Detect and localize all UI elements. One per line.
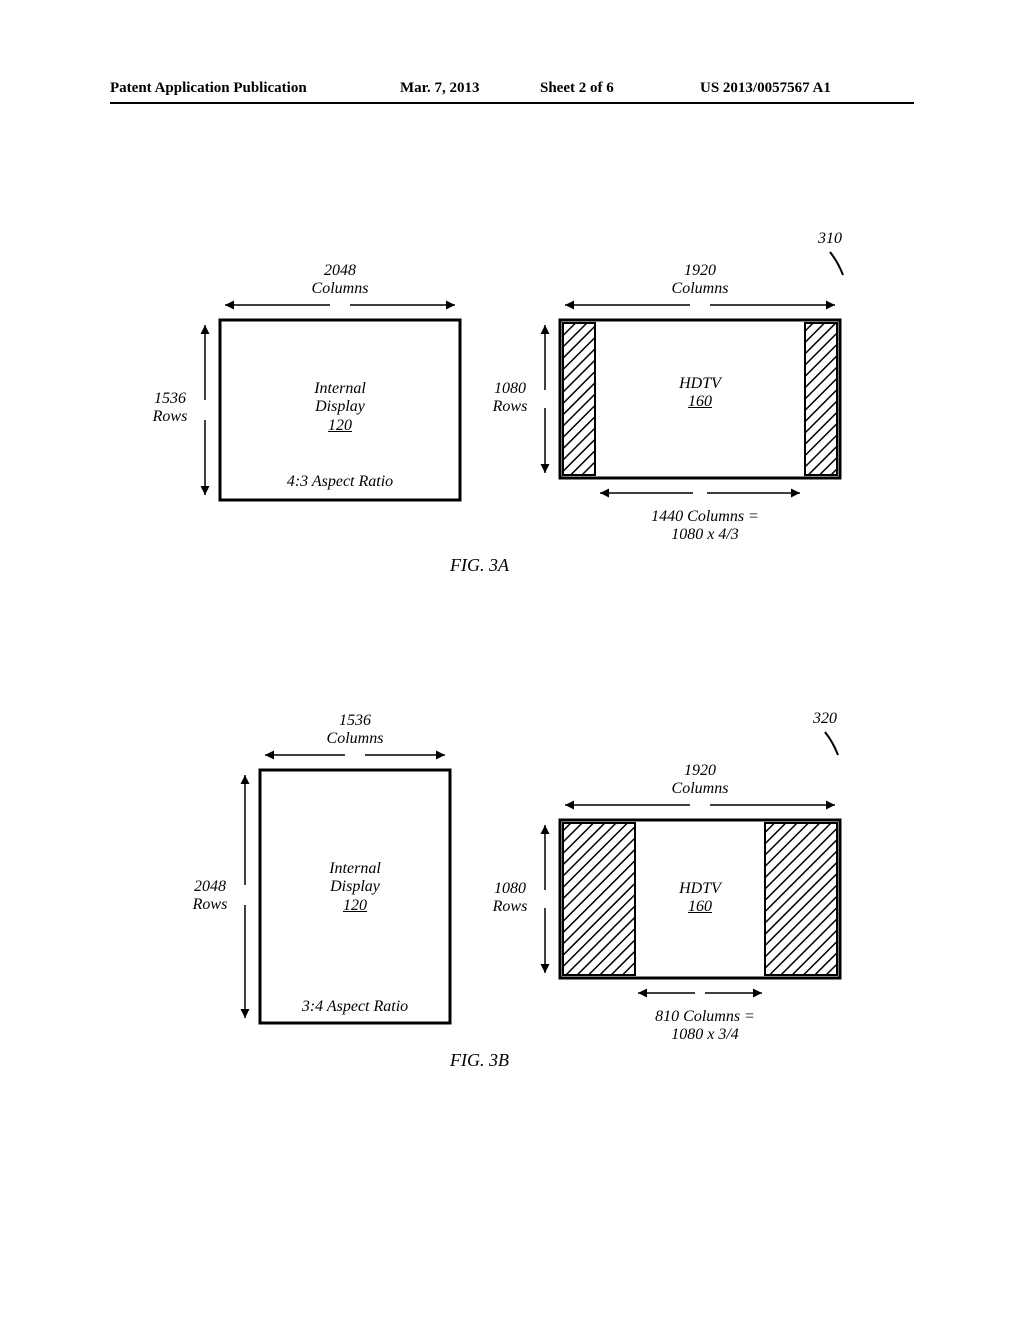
fig3b-left-title-2: Display bbox=[330, 878, 380, 895]
fig3b-caption: FIG. 3B bbox=[450, 1050, 509, 1071]
fig3a-left-rows-label: Rows bbox=[153, 408, 188, 425]
figure-3a: 2048 Columns 1536 Rows Internal Display … bbox=[0, 230, 1024, 590]
fig3a-right-title-1: HDTV bbox=[679, 375, 721, 392]
fig3a-left-aspect: 4:3 Aspect Ratio bbox=[260, 473, 420, 491]
fig3b-left-rows-value: 2048 bbox=[194, 878, 226, 895]
fig3b-right-title-1: HDTV bbox=[679, 880, 721, 897]
fig3a-right-refnum: 160 bbox=[688, 393, 712, 410]
fig3b-left-cols-label: Columns bbox=[327, 730, 384, 747]
fig3b-right-inner: 810 Columns = 1080 x 3/4 bbox=[630, 1008, 780, 1045]
fig3a-left-refnum: 120 bbox=[328, 417, 352, 434]
fig3b-right-cols: 1920 Columns bbox=[650, 762, 750, 799]
fig3b-left-refnum: 120 bbox=[343, 897, 367, 914]
publication-date: Mar. 7, 2013 bbox=[400, 80, 479, 97]
fig3b-left-cols-value: 1536 bbox=[339, 712, 371, 729]
fig3a-left-cols: 2048 Columns bbox=[290, 262, 390, 299]
patent-page: Patent Application Publication Mar. 7, 2… bbox=[0, 0, 1024, 1320]
fig3b-ref: 320 bbox=[800, 710, 850, 728]
fig3b-left-rows: 2048 Rows bbox=[180, 878, 240, 915]
fig3a-right-inner-calc: 1080 x 4/3 bbox=[671, 526, 739, 543]
fig3a-left-title-1: Internal bbox=[314, 380, 366, 397]
fig3a-left-cols-label: Columns bbox=[312, 280, 369, 297]
fig3b-right-refnum: 160 bbox=[688, 898, 712, 915]
publication-number: US 2013/0057567 A1 bbox=[700, 80, 831, 97]
fig3a-left-title-2: Display bbox=[315, 398, 365, 415]
figure-3b: 1536 Columns 2048 Rows Internal Display … bbox=[0, 680, 1024, 1120]
fig3a-right-cols-value: 1920 bbox=[684, 262, 716, 279]
header-rule bbox=[110, 102, 914, 104]
fig3b-left-title: Internal Display 120 bbox=[295, 860, 415, 915]
fig3a-right-cols-label: Columns bbox=[672, 280, 729, 297]
fig3a-right-inner: 1440 Columns = 1080 x 4/3 bbox=[630, 508, 780, 545]
fig3b-right-cols-label: Columns bbox=[672, 780, 729, 797]
fig3b-right-inner-calc: 1080 x 3/4 bbox=[671, 1026, 739, 1043]
fig3a-left-cols-value: 2048 bbox=[324, 262, 356, 279]
fig3a-right-rows-value: 1080 bbox=[494, 380, 526, 397]
fig3a-right-rows: 1080 Rows bbox=[480, 380, 540, 417]
fig3b-right-cols-value: 1920 bbox=[684, 762, 716, 779]
fig3b-right-rows-value: 1080 bbox=[494, 880, 526, 897]
fig3b-right-inner-cols: 810 Columns = bbox=[655, 1008, 755, 1025]
fig3b-right-rows: 1080 Rows bbox=[480, 880, 540, 917]
sheet-number: Sheet 2 of 6 bbox=[540, 80, 614, 97]
publication-label: Patent Application Publication bbox=[110, 80, 307, 97]
fig3b-right-rows-label: Rows bbox=[493, 898, 528, 915]
fig3a-right-title: HDTV 160 bbox=[640, 375, 760, 412]
fig3a-left-title: Internal Display 120 bbox=[280, 380, 400, 435]
fig3a-right-inner-cols: 1440 Columns = bbox=[651, 508, 759, 525]
fig3a-left-rows-value: 1536 bbox=[154, 390, 186, 407]
fig3b-right-title: HDTV 160 bbox=[640, 880, 760, 917]
fig3a-left-rows: 1536 Rows bbox=[140, 390, 200, 427]
fig3b-left-aspect: 3:4 Aspect Ratio bbox=[275, 998, 435, 1016]
fig3a-ref: 310 bbox=[805, 230, 855, 248]
fig3a-right-rows-label: Rows bbox=[493, 398, 528, 415]
fig3b-left-title-1: Internal bbox=[329, 860, 381, 877]
fig3b-left-rows-label: Rows bbox=[193, 896, 228, 913]
fig3b-left-cols: 1536 Columns bbox=[305, 712, 405, 749]
fig3a-right-cols: 1920 Columns bbox=[650, 262, 750, 299]
fig3a-caption: FIG. 3A bbox=[450, 555, 509, 576]
